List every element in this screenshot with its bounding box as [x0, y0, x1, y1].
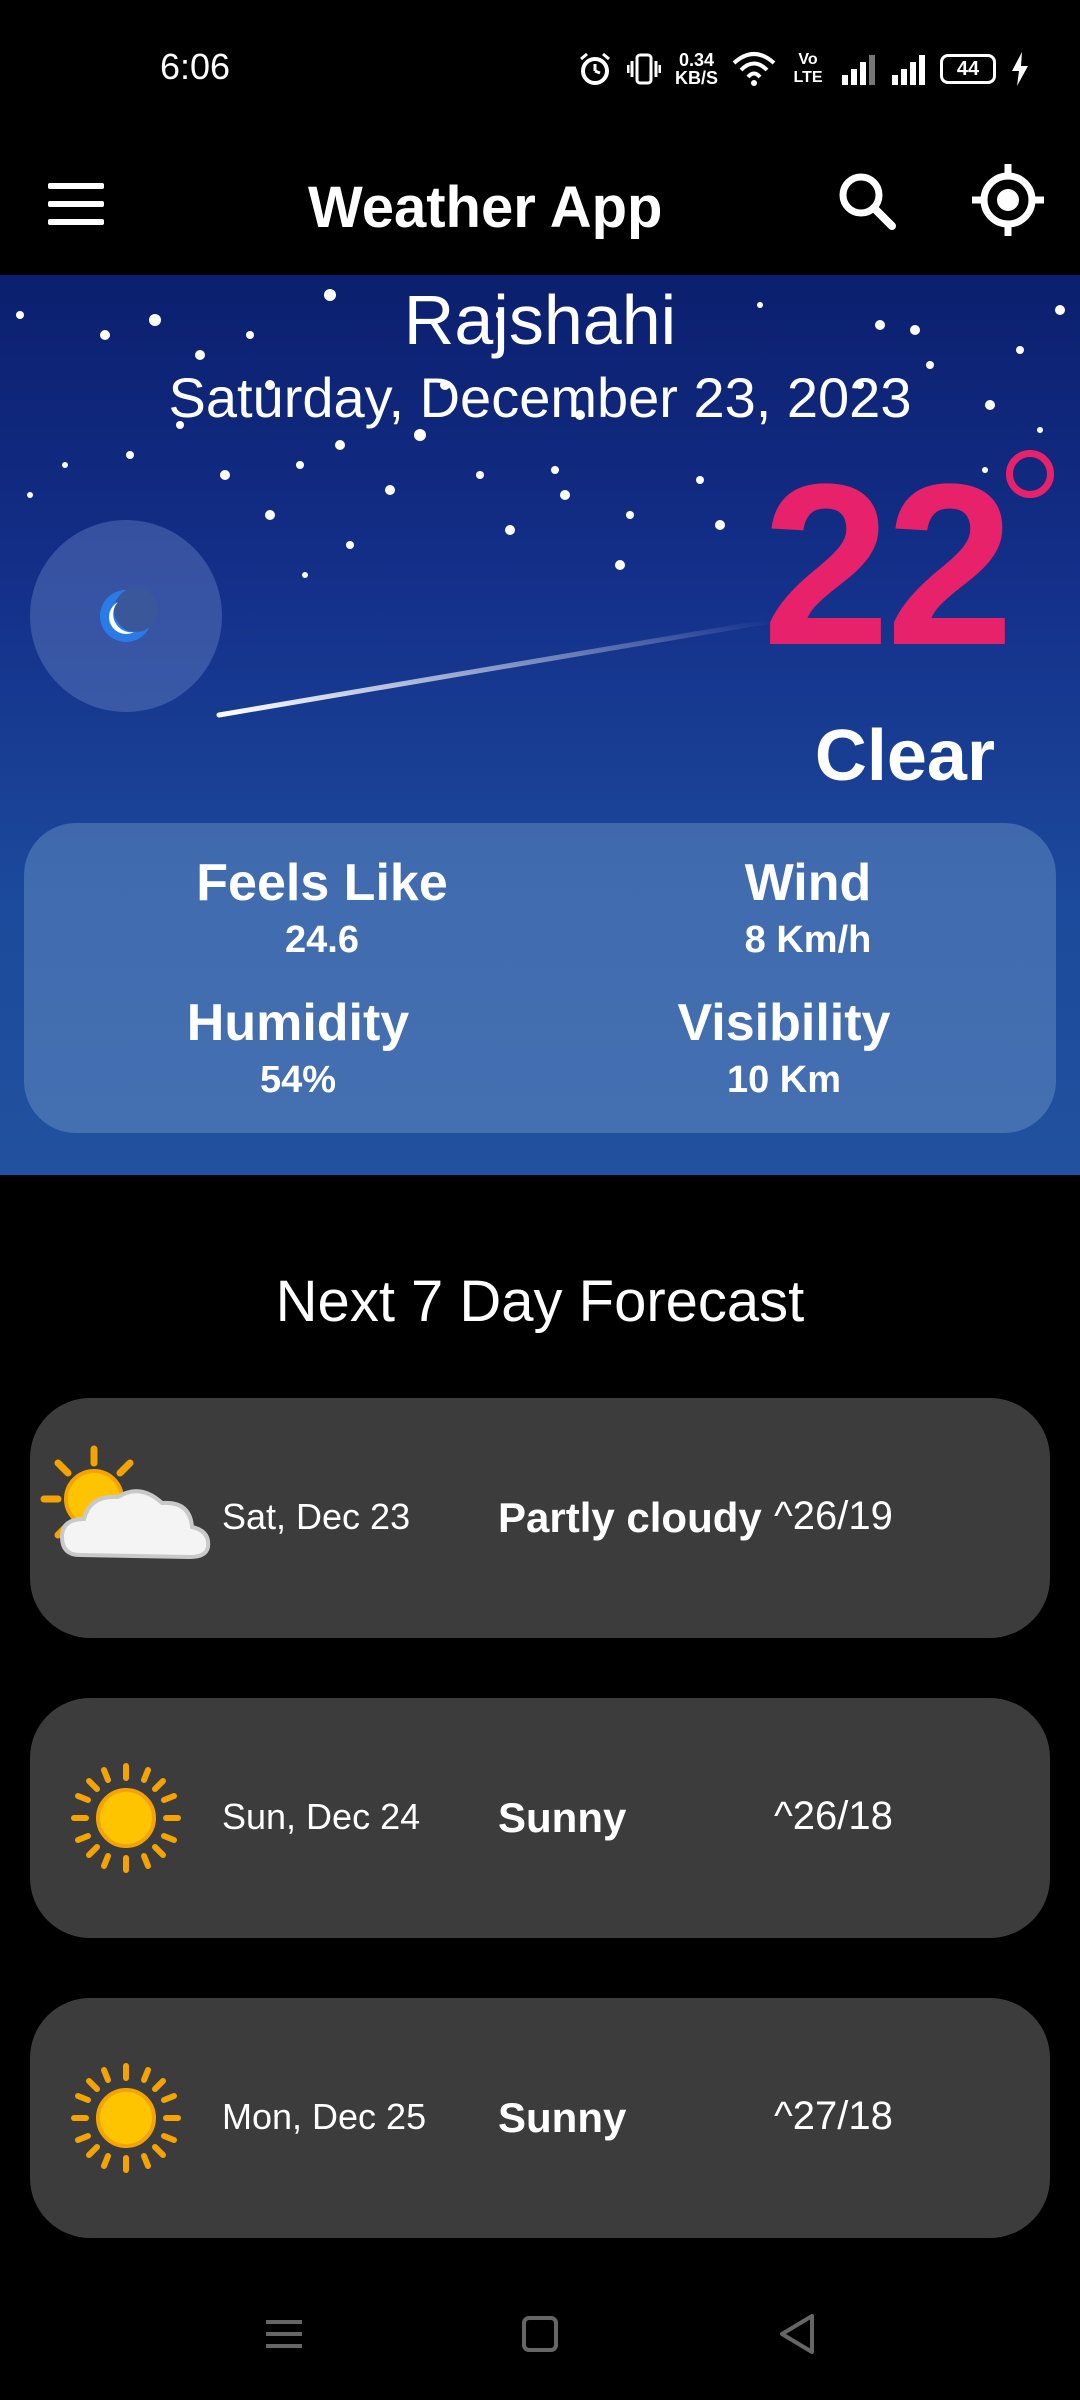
system-nav-bar: [0, 2260, 1080, 2400]
sun-icon: [71, 1763, 181, 1873]
current-date: Saturday, December 23, 2023: [168, 366, 912, 429]
sun-icon: [71, 2063, 181, 2173]
menu-icon: [48, 183, 104, 189]
status-time: 6:06: [160, 46, 231, 87]
forecast-condition: Sunny: [498, 1794, 627, 1841]
battery-icon: 44: [940, 54, 996, 84]
stat-value: 8 Km/h: [744, 919, 872, 961]
forecast-day-card[interactable]: Sun, Dec 24 Sunny ^26/18: [30, 1698, 1050, 1938]
alarm-icon: [580, 52, 610, 85]
vibrate-icon: [626, 53, 661, 85]
stat-value: 24.6: [285, 919, 359, 961]
shooting-star: [216, 618, 774, 718]
weather-stats-card: Feels Like 24.6 Wind 8 Km/h Humidity 54%…: [24, 823, 1056, 1133]
stat-humidity: Humidity 54%: [98, 993, 498, 1102]
current-temperature: 22: [762, 436, 1014, 693]
stat-label: Humidity: [186, 994, 410, 1052]
current-condition: Clear: [814, 716, 995, 796]
battery-level: 44: [956, 57, 980, 80]
forecast-title: Next 7 Day Forecast: [275, 1269, 805, 1334]
locate-icon[interactable]: [968, 160, 1048, 240]
charging-icon: [1012, 52, 1028, 86]
app-title: Weather App: [308, 175, 663, 240]
forecast-condition: Sunny: [498, 2094, 627, 2141]
forecast-temp-range: ^27/18: [774, 2094, 893, 2138]
partly-cloudy-icon: [40, 1445, 211, 1560]
current-weather-panel: Rajshahi Saturday, December 23, 2023 22 …: [0, 275, 1080, 1175]
status-bar: 6:06 0.34 KB/S Vo LTE 44: [0, 0, 1080, 140]
recents-icon[interactable]: [254, 2304, 314, 2364]
back-icon[interactable]: [768, 2304, 828, 2364]
forecast-day-card[interactable]: Mon, Dec 25 Sunny ^27/18: [30, 1998, 1050, 2238]
city-name: Rajshahi: [403, 281, 677, 359]
weather-icon-container: [30, 520, 222, 712]
stat-label: Feels Like: [196, 854, 448, 912]
network-speed-value: 0.34: [678, 50, 715, 70]
menu-button[interactable]: [48, 168, 120, 240]
forecast-temp-range: ^26/18: [774, 1794, 893, 1838]
stat-label: Visibility: [677, 994, 891, 1052]
stat-label: Wind: [744, 854, 872, 912]
home-icon[interactable]: [510, 2304, 570, 2364]
status-icons: 0.34 KB/S Vo LTE 44: [577, 44, 1030, 94]
stat-visibility: Visibility 10 Km: [584, 993, 984, 1102]
stat-feels-like: Feels Like 24.6: [122, 853, 522, 962]
forecast-date: Sat, Dec 23: [222, 1496, 411, 1537]
volte-indicator: Vo LTE: [793, 51, 823, 86]
stat-wind: Wind 8 Km/h: [608, 853, 1008, 962]
signal-icon: [842, 55, 875, 85]
forecast-day-card[interactable]: Sat, Dec 23 Partly cloudy ^26/19: [30, 1398, 1050, 1638]
network-speed-unit: KB/S: [674, 68, 718, 88]
search-icon[interactable]: [828, 162, 908, 242]
app-bar: Weather App: [0, 140, 1080, 275]
degree-symbol: [1006, 450, 1054, 498]
forecast-temp-range: ^26/19: [774, 1494, 893, 1538]
wifi-icon: [732, 52, 776, 86]
moon-icon: [100, 588, 158, 642]
stat-value: 10 Km: [726, 1059, 842, 1101]
signal-icon: [892, 55, 925, 85]
forecast-date: Mon, Dec 25: [222, 2096, 427, 2137]
forecast-condition: Partly cloudy: [498, 1494, 762, 1541]
network-speed: 0.34 KB/S: [675, 51, 718, 87]
stat-value: 54%: [259, 1059, 337, 1101]
forecast-date: Sun, Dec 24: [222, 1796, 421, 1837]
